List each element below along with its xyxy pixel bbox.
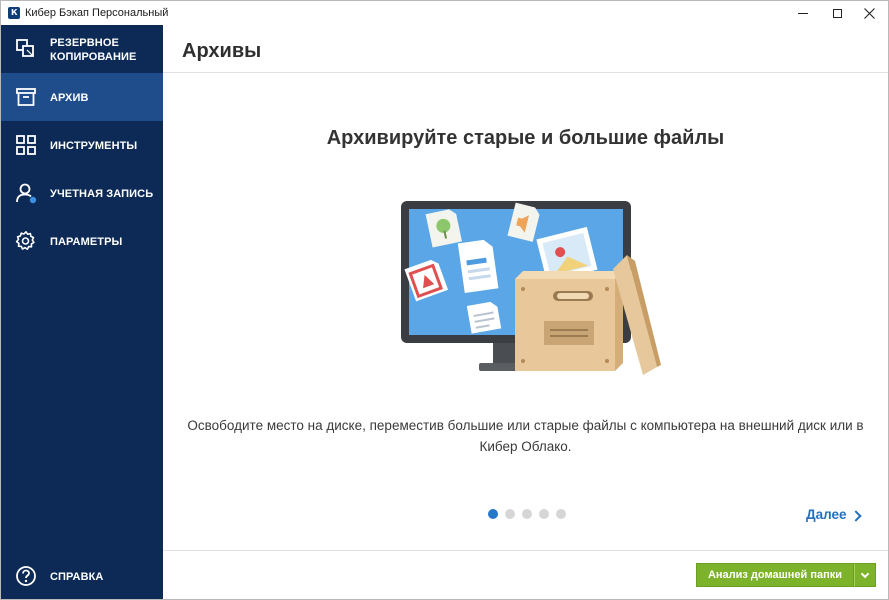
- tools-grid-icon: [16, 135, 36, 155]
- chevron-down-icon: [860, 569, 870, 578]
- sidebar-item-account[interactable]: УЧЕТНАЯ ЗАПИСЬ: [1, 169, 163, 217]
- footer-bar: Анализ домашней папки: [163, 550, 888, 599]
- minimize-icon: [798, 12, 808, 14]
- pagination-dot-2[interactable]: [505, 509, 515, 519]
- analyze-home-folder-button[interactable]: Анализ домашней папки: [696, 563, 854, 587]
- sidebar-item-label: РЕЗЕРВНОЕ: [50, 37, 119, 49]
- main-content: Архивируйте старые и большие файлы Освоб…: [163, 73, 888, 551]
- window-title: Кибер Бэкап Персональный: [25, 7, 169, 19]
- backup-copy-icon: [16, 39, 34, 57]
- app-logo-icon: К: [8, 7, 20, 19]
- sidebar: РЕЗЕРВНОЕ КОПИРОВАНИЕ АРХИВ ИНСТРУМЕНТЫ: [1, 25, 163, 599]
- sidebar-item-label: СПРАВКА: [50, 571, 104, 583]
- sidebar-item-label: АРХИВ: [50, 92, 89, 104]
- sidebar-item-label: ПАРАМЕТРЫ: [50, 236, 123, 248]
- chevron-right-icon: [849, 509, 862, 522]
- archive-box-icon: [16, 88, 36, 106]
- next-link[interactable]: Далее: [806, 507, 862, 523]
- sidebar-item-label: ИНСТРУМЕНТЫ: [50, 140, 138, 152]
- sidebar-item-help[interactable]: СПРАВКА: [1, 552, 163, 600]
- close-button[interactable]: [850, 1, 888, 25]
- title-bar: К Кибер Бэкап Персональный: [1, 1, 888, 25]
- close-icon: [863, 7, 875, 19]
- action-dropdown-button[interactable]: [854, 563, 876, 587]
- maximize-icon: [832, 8, 842, 18]
- next-link-label: Далее: [806, 507, 847, 522]
- sidebar-item-backup[interactable]: РЕЗЕРВНОЕ КОПИРОВАНИЕ: [1, 25, 163, 73]
- archive-illustration: [401, 201, 661, 375]
- sidebar-item-tools[interactable]: ИНСТРУМЕНТЫ: [1, 121, 163, 169]
- pagination-dots: [488, 509, 566, 519]
- sidebar-item-archive[interactable]: АРХИВ: [1, 73, 163, 121]
- page-header: Архивы: [163, 25, 888, 73]
- pagination-dot-3[interactable]: [522, 509, 532, 519]
- help-question-icon: [16, 566, 36, 586]
- pagination-dot-1[interactable]: [488, 509, 498, 519]
- onboarding-headline: Архивируйте старые и большие файлы: [326, 127, 725, 149]
- settings-gear-icon: [15, 231, 35, 250]
- pagination-dot-4[interactable]: [539, 509, 549, 519]
- page-title: Архивы: [182, 40, 262, 62]
- onboarding-description: Освободите место на диске, переместив бо…: [187, 418, 864, 454]
- app-window: К Кибер Бэкап Персональный РЕЗЕРВНОЕ КОП…: [0, 0, 889, 600]
- sidebar-item-settings[interactable]: ПАРАМЕТРЫ: [1, 217, 163, 265]
- minimize-button[interactable]: [784, 1, 822, 25]
- account-user-icon: [16, 183, 37, 204]
- sidebar-item-label: КОПИРОВАНИЕ: [50, 51, 137, 63]
- pagination-dot-5[interactable]: [556, 509, 566, 519]
- sidebar-item-label: УЧЕТНАЯ ЗАПИСЬ: [50, 188, 154, 200]
